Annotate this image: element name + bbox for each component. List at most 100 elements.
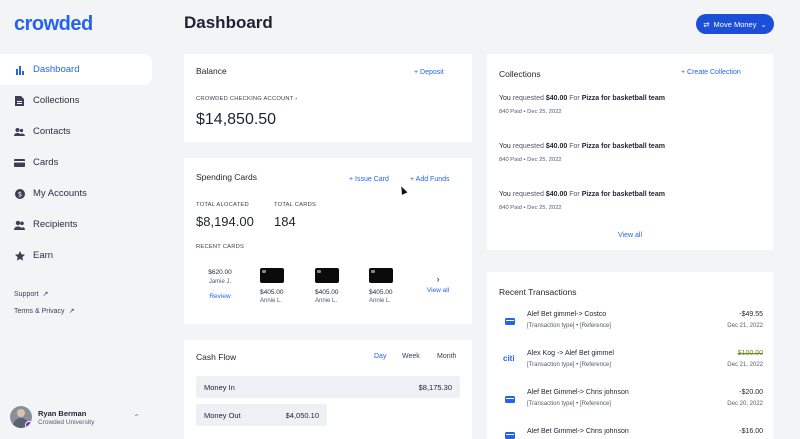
move-money-button[interactable]: ⇄ Move Money ⌄ [696, 14, 774, 34]
card-amount: $405.00 [369, 289, 393, 296]
card-item[interactable]: $620.00 Jamie J. Review [206, 269, 234, 300]
chevron-updown-icon: ⌃ [133, 412, 140, 422]
sidebar-item-label: Collections [33, 95, 80, 106]
view-all-collections-link[interactable]: View all [487, 232, 773, 239]
card-icon [505, 318, 515, 325]
total-allocated-value: $8,194.00 [196, 214, 254, 229]
document-icon [14, 95, 25, 106]
money-out-row[interactable]: Money Out $4,050.10 [196, 404, 327, 426]
transaction-title: Alef Bet gimmel-> Costco [527, 311, 607, 318]
collection-text: requested [512, 191, 544, 198]
recent-transactions-card: Recent Transactions Alef Bet gimmel-> Co… [487, 272, 773, 439]
collection-item[interactable]: You requested $40.00 For Pizza for baske… [499, 143, 665, 163]
recipients-icon [14, 219, 25, 230]
card-item[interactable]: $405.00 Annie L. [369, 268, 397, 304]
people-icon [14, 126, 25, 137]
cash-flow-card: Cash Flow Day Week Month Money In $8,175… [184, 340, 472, 439]
card-icon [505, 396, 515, 403]
sidebar-item-label: Dashboard [33, 64, 80, 75]
bar-chart-icon [14, 64, 25, 75]
card-item[interactable]: $405.00 Annie L. [260, 268, 288, 304]
card-item[interactable]: $405.00 Annie L. [315, 268, 343, 304]
chevron-right-icon: › [295, 96, 298, 102]
collection-date: Dec 25, 2022 [527, 109, 562, 115]
transaction-date: Dec 21, 2022 [727, 362, 763, 368]
sidebar-item-my-accounts[interactable]: $ My Accounts [0, 178, 160, 209]
avatar [10, 406, 32, 428]
collection-date: Dec 25, 2022 [527, 205, 562, 211]
issue-card-button[interactable]: + Issue Card [349, 176, 389, 183]
sidebar-item-contacts[interactable]: Contacts [0, 116, 160, 147]
sidebar-item-dashboard[interactable]: Dashboard [0, 54, 152, 85]
collection-item-name: Pizza for basketball team [581, 95, 665, 102]
sidebar-item-collections[interactable]: Collections [0, 85, 160, 116]
review-link[interactable]: Review [206, 293, 234, 300]
sidebar-item-label: Cards [33, 157, 59, 168]
tab-day[interactable]: Day [374, 353, 386, 360]
sidebar-item-recipients[interactable]: Recipients [0, 209, 160, 240]
collection-item[interactable]: You requested $40.00 For Pizza for baske… [499, 191, 665, 211]
sidebar: crowded Dashboard Collections Contacts C… [0, 0, 160, 439]
cash-flow-title: Cash Flow [196, 352, 237, 362]
transaction-row[interactable]: Alef Bet Gimmel-> Chris johnson -$16.00 [499, 428, 763, 439]
sidebar-item-label: Contacts [33, 126, 71, 137]
collection-text: You [499, 143, 511, 150]
collection-text: For [569, 191, 580, 198]
deposit-label: Deposit [420, 69, 444, 76]
svg-text:$: $ [17, 190, 21, 198]
tab-month[interactable]: Month [437, 353, 456, 360]
transaction-date: Dec 21, 2022 [727, 323, 763, 329]
add-funds-button[interactable]: + Add Funds [410, 176, 450, 183]
sidebar-item-cards[interactable]: Cards [0, 147, 160, 178]
collection-text: requested [512, 95, 544, 102]
total-allocated-label: TOTAL ALOCATED [196, 202, 249, 208]
user-switcher[interactable]: Ryan Berman Crowded University ⌃ [10, 404, 140, 430]
money-in-row[interactable]: Money In $8,175.30 [196, 376, 460, 398]
collection-item-name: Pizza for basketball team [581, 143, 665, 150]
transaction-title: Alef Bet Gimmel-> Chris johnson [527, 428, 629, 435]
view-all-cards-button[interactable]: › View all [425, 274, 451, 294]
tab-week[interactable]: Week [402, 353, 420, 360]
transaction-row[interactable]: citi Alex Kog -> Alef Bet gimmel [Transa… [499, 350, 763, 376]
deposit-button[interactable]: + Deposit [414, 69, 444, 76]
transactions-title: Recent Transactions [499, 287, 577, 297]
collection-amount: $40.00 [545, 143, 568, 150]
card-amount: $405.00 [315, 289, 339, 296]
card-holder: Jamie J. [208, 279, 232, 285]
support-link[interactable]: Support ↗ [14, 290, 49, 299]
collection-paid: 840 Paid [499, 205, 522, 211]
collection-text: For [569, 143, 580, 150]
terms-link[interactable]: Terms & Privacy ↗ [14, 307, 75, 316]
card-amount: $620.00 [208, 269, 232, 276]
transaction-title: Alef Bet Gimmel-> Chris johnson [527, 389, 629, 396]
chevron-down-icon: ⌄ [760, 19, 767, 29]
transaction-meta: [Transaction type] • [Reference] [527, 401, 611, 407]
account-link[interactable]: CROWDED CHECKING ACCOUNT › [196, 96, 297, 102]
crowded-logo[interactable]: crowded [14, 13, 93, 36]
card-thumbnail [369, 268, 393, 283]
spending-title: Spending Cards [196, 172, 257, 182]
external-link-icon: ↗ [68, 308, 75, 315]
transaction-row[interactable]: Alef Bet Gimmel-> Chris johnson [Transac… [499, 389, 763, 415]
collection-text: requested [512, 143, 544, 150]
money-out-value: $4,050.10 [285, 410, 319, 420]
collections-title: Collections [499, 69, 541, 79]
collection-paid: 840 Paid [499, 157, 522, 163]
transaction-date: Dec 20, 2022 [727, 401, 763, 407]
terms-label: Terms & Privacy [14, 307, 65, 315]
money-in-value: $8,175.30 [418, 382, 452, 392]
collection-date: Dec 25, 2022 [527, 157, 562, 163]
transaction-amount: $100.00 [737, 350, 763, 357]
sidebar-nav: Dashboard Collections Contacts Cards $ M… [0, 54, 160, 271]
card-icon [14, 157, 25, 168]
external-link-icon: ↗ [42, 291, 49, 298]
transaction-title: Alex Kog -> Alef Bet gimmel [527, 350, 614, 357]
money-out-label: Money Out [204, 410, 241, 420]
transaction-row[interactable]: Alef Bet gimmel-> Costco [Transaction ty… [499, 311, 763, 337]
sidebar-item-earn[interactable]: Earn [0, 240, 160, 271]
total-cards-value: 184 [274, 214, 296, 229]
create-collection-button[interactable]: + Create Collection [681, 69, 741, 76]
transaction-amount: -$20.00 [739, 389, 763, 396]
collection-item[interactable]: You requested $40.00 For Pizza for baske… [499, 95, 665, 115]
balance-title: Balance [196, 66, 227, 76]
